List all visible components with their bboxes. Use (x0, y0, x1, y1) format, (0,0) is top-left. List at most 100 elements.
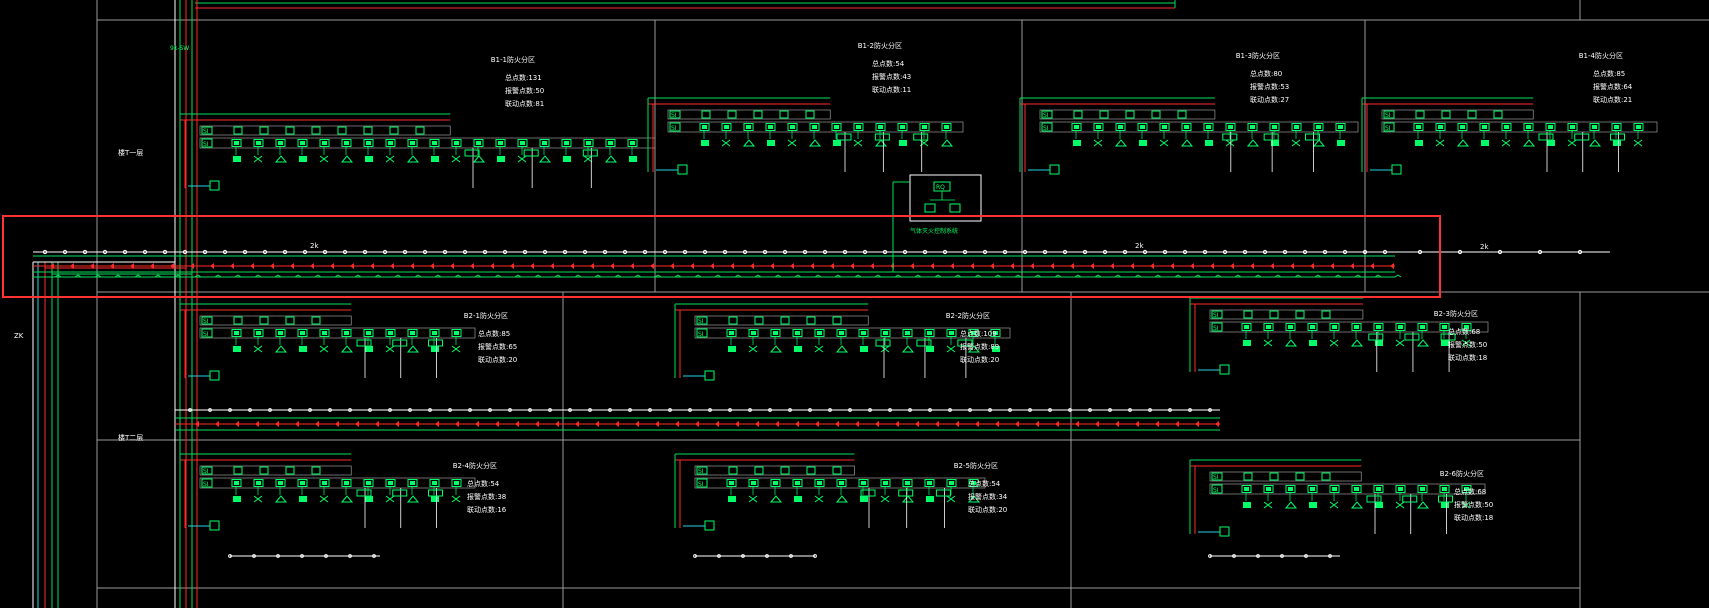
device-icon (795, 481, 800, 485)
loop-tick (1015, 421, 1019, 427)
device-icon (431, 156, 439, 162)
device-icon (767, 140, 775, 146)
loop-tick (1370, 263, 1374, 269)
valve-icon (1329, 339, 1339, 347)
detector-icon (274, 495, 288, 503)
device-icon (883, 331, 888, 335)
loop-tick (1130, 263, 1134, 269)
loop-tick (515, 421, 519, 427)
device-icon (1321, 472, 1331, 481)
device-icon (839, 331, 844, 335)
loop-tick (635, 421, 639, 427)
device-icon (900, 125, 905, 129)
detector-icon (874, 139, 888, 147)
zone-stat: 总点数:85 (478, 329, 510, 338)
device-icon (1309, 502, 1317, 508)
device-icon (365, 346, 373, 352)
device-strip (694, 465, 855, 476)
detector-icon (1284, 339, 1298, 347)
loop-tick (1290, 263, 1294, 269)
zone-stat: 联动点数:18 (1454, 513, 1493, 522)
valve-icon (748, 495, 758, 503)
loop-tick (590, 263, 594, 269)
device-icon (1338, 125, 1343, 129)
device-icon (1074, 125, 1079, 129)
device-icon (233, 316, 243, 325)
loop-tick (675, 421, 679, 427)
zone-stat: 联动点数:21 (1593, 95, 1632, 104)
relay-box (1366, 495, 1382, 503)
device-icon (949, 331, 954, 335)
loop-tick (775, 421, 779, 427)
device-icon (728, 316, 738, 325)
module-tag: SI (671, 112, 677, 119)
loop-tick (230, 263, 234, 269)
device-icon (1592, 125, 1597, 129)
detector-icon (340, 155, 354, 163)
valve-icon (1395, 339, 1405, 347)
loop-tick (295, 421, 299, 427)
loop-tick (795, 421, 799, 427)
device-icon (727, 110, 737, 119)
loop-tick (370, 263, 374, 269)
device-icon (1321, 310, 1331, 319)
device-icon (344, 331, 349, 335)
device-icon (1205, 140, 1213, 146)
loop-tick (930, 263, 934, 269)
device-icon (794, 346, 802, 352)
cad-canvas[interactable]: SI SI SI SI SI SI SI SI SI SI SI SI SI SI SI SI SI SI SI SI… (0, 0, 1709, 608)
device-icon (922, 125, 927, 129)
device-icon (365, 156, 373, 162)
device-icon (299, 496, 307, 502)
zone-panel-9: SI SI (674, 453, 986, 531)
relay-box (523, 149, 539, 157)
device-icon (729, 331, 734, 335)
device-icon (608, 141, 613, 145)
device-icon (388, 331, 393, 335)
zone-stat: 总点数:80 (1250, 69, 1282, 78)
device-icon (256, 331, 261, 335)
device-icon (432, 481, 437, 485)
device-icon (795, 331, 800, 335)
device-icon (366, 141, 371, 145)
device-icon (926, 496, 934, 502)
local-box (209, 520, 220, 531)
device-icon (780, 466, 790, 475)
relay-box (582, 149, 598, 157)
relay-box (913, 133, 929, 141)
device-icon (1375, 502, 1383, 508)
relay-box (935, 489, 951, 497)
loop-tick (1195, 421, 1199, 427)
loop-tick (530, 263, 534, 269)
device-icon (1415, 110, 1425, 119)
module-tag: SI (698, 468, 704, 475)
detector-icon (604, 155, 618, 163)
device-icon (1243, 472, 1253, 481)
device-icon (1636, 125, 1641, 129)
loop-tick (1310, 263, 1314, 269)
device-icon (1162, 125, 1167, 129)
loop-tick (950, 263, 954, 269)
module-tag: SI (1385, 112, 1391, 119)
valve-icon (1567, 139, 1577, 147)
loop-tick (715, 421, 719, 427)
device-icon (1316, 125, 1321, 129)
zone-panel-2: SI SI (647, 97, 964, 175)
device-icon (388, 141, 393, 145)
loop-tick (1210, 263, 1214, 269)
zone-stat: 总点数:54 (968, 479, 1001, 488)
zone-title: B2-6防火分区 (1440, 469, 1484, 478)
valve-icon (1395, 501, 1405, 509)
device-icon (285, 466, 295, 475)
loop-tick (410, 263, 414, 269)
detector-icon (1312, 139, 1326, 147)
zone-stat: 报警点数:50 (1454, 500, 1493, 509)
detector-icon (940, 139, 954, 147)
device-icon (389, 126, 399, 135)
valve-icon (1263, 339, 1273, 347)
loop-tick (1394, 274, 1402, 278)
module-tag: SI (698, 318, 704, 325)
device-icon (233, 156, 241, 162)
device-strip (1039, 121, 1359, 133)
device-strip (1381, 109, 1534, 120)
